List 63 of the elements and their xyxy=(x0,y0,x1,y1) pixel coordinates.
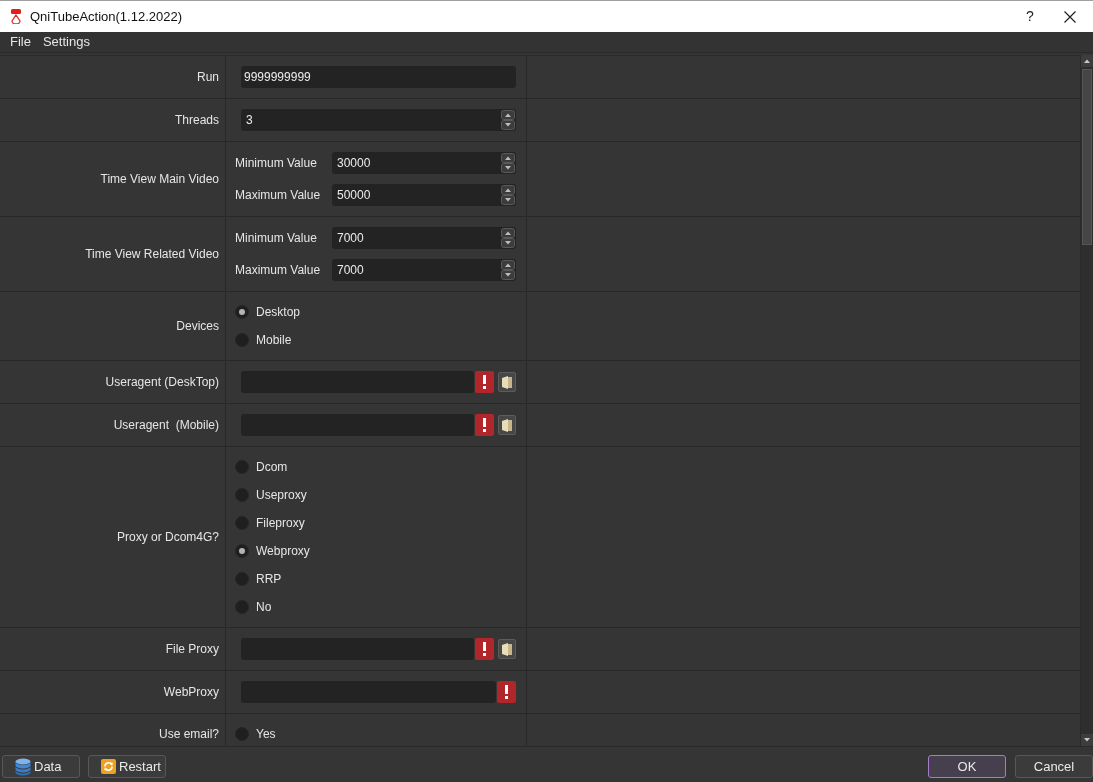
field-label: Time View Main Video xyxy=(100,171,219,188)
close-icon xyxy=(1064,10,1076,23)
scroll-up-icon[interactable] xyxy=(1081,55,1093,67)
menu-item[interactable]: File xyxy=(4,32,37,52)
window-title: QniTubeAction(1.12.2022) xyxy=(30,7,182,26)
database-icon xyxy=(15,757,31,776)
field-label: Time View Related Video xyxy=(85,246,219,263)
text-field[interactable] xyxy=(241,414,474,436)
text-field[interactable]: 9999999999 xyxy=(241,66,516,88)
field-label: Use email? xyxy=(158,726,219,743)
spin-arrows-icon[interactable] xyxy=(501,110,515,130)
spin-box[interactable]: 30000 xyxy=(332,152,516,174)
option-label[interactable]: RRP xyxy=(256,570,282,588)
field-label: WebProxy xyxy=(163,684,219,701)
option-label[interactable]: Fileproxy xyxy=(256,514,305,532)
field-label: Useragent (DeskTop) xyxy=(105,374,219,391)
browse-button[interactable] xyxy=(498,639,516,659)
door-icon xyxy=(502,642,512,656)
field-label: Minimum Value xyxy=(235,230,318,247)
field-label: File Proxy xyxy=(165,641,219,658)
spin-box[interactable]: 3 xyxy=(241,109,516,131)
option-label[interactable]: Useproxy xyxy=(256,486,307,504)
browse-button[interactable] xyxy=(498,372,516,392)
field-label: Minimum Value xyxy=(235,155,318,172)
text-field[interactable] xyxy=(241,371,474,393)
field-label: Devices xyxy=(176,318,219,335)
spin-arrows-icon[interactable] xyxy=(501,228,515,248)
field-label: Run xyxy=(197,69,219,86)
field-label: Proxy or Dcom4G? xyxy=(116,529,219,546)
text-field[interactable] xyxy=(241,638,474,660)
spin-arrows-icon[interactable] xyxy=(501,153,515,173)
text-field[interactable] xyxy=(241,681,496,703)
spin-box[interactable]: 7000 xyxy=(332,227,516,249)
browse-button[interactable] xyxy=(498,415,516,435)
option-label[interactable]: Webproxy xyxy=(256,542,310,560)
door-icon xyxy=(502,418,512,432)
field-label: Threads xyxy=(174,112,219,129)
radio-button[interactable] xyxy=(235,305,249,319)
spin-arrows-icon[interactable] xyxy=(501,185,515,205)
option-label[interactable]: Desktop xyxy=(256,303,301,321)
door-icon xyxy=(502,375,512,389)
spin-arrows-icon[interactable] xyxy=(501,260,515,280)
menu-item[interactable]: Settings xyxy=(36,32,96,52)
app-icon xyxy=(10,9,22,24)
toolbar-button[interactable]: Restart xyxy=(88,755,166,778)
option-label[interactable]: Yes xyxy=(256,725,276,743)
toolbar-button[interactable]: Data xyxy=(2,755,80,778)
spin-box[interactable]: 7000 xyxy=(332,259,516,281)
scrollbar[interactable] xyxy=(1080,55,1093,746)
field-label: Useragent (Mobile) xyxy=(113,417,219,434)
dialog-button[interactable]: OK xyxy=(928,755,1006,778)
spin-box[interactable]: 50000 xyxy=(332,184,516,206)
dialog-button[interactable]: Cancel xyxy=(1015,755,1093,778)
option-label[interactable]: No xyxy=(256,598,272,616)
scroll-down-icon[interactable] xyxy=(1081,734,1093,746)
radio-button[interactable] xyxy=(235,544,249,558)
field-label: Maximum Value xyxy=(235,187,322,204)
help-button[interactable]: ? xyxy=(1015,1,1045,32)
scrollbar-thumb[interactable] xyxy=(1082,69,1092,245)
option-label[interactable]: Mobile xyxy=(256,331,292,349)
option-label[interactable]: Dcom xyxy=(256,458,288,476)
refresh-icon xyxy=(101,759,116,774)
field-label: Maximum Value xyxy=(235,262,322,279)
